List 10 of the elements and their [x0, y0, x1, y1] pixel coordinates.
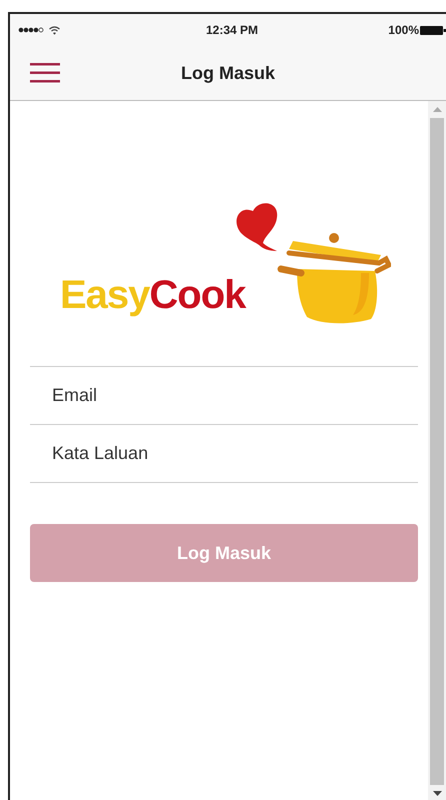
page-title: Log Masuk: [180, 62, 275, 84]
signal-icon: [18, 27, 44, 33]
battery-icon: [420, 26, 446, 34]
battery-percentage: 100%: [388, 23, 419, 37]
wifi-icon: [49, 26, 60, 34]
menu-icon[interactable]: [30, 63, 60, 83]
logo-text: EasyCook: [60, 273, 246, 318]
scroll-down-icon[interactable]: [432, 791, 442, 796]
scrollbar[interactable]: [428, 101, 446, 800]
status-time: 12:34 PM: [206, 23, 258, 37]
